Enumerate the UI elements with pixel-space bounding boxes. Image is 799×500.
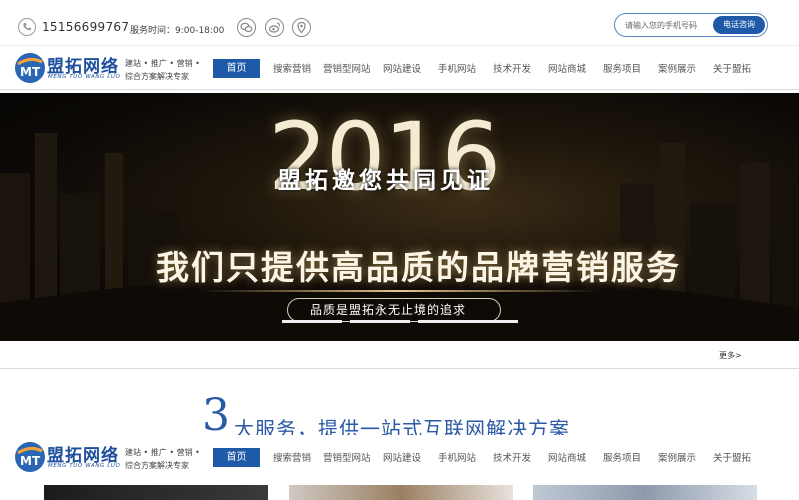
logo-pinyin: MENG TUO WANG LUO	[48, 74, 121, 80]
banner-pill-text: 品质是盟拓永无止境的追求	[310, 303, 467, 317]
logo-slogan-line2: 综合方案解决专家	[125, 72, 189, 81]
nav-item-web-mall[interactable]: 网站商城	[548, 450, 586, 464]
sticky-nav: MT 盟拓网络 MENG TUO WANG LUO 建站 • 推广 • 营销 •…	[0, 435, 799, 479]
more-link[interactable]: 更多>	[719, 350, 742, 361]
phone-number: 15156699767	[42, 20, 130, 34]
service-card-image-2[interactable]	[289, 485, 513, 500]
logo-slogan-line1: 建站 • 推广 • 营销 •	[125, 448, 200, 457]
banner-glow-line	[200, 290, 600, 292]
hero-banner[interactable]: 2016 盟拓邀您共同见证 我们只提供高品质的品牌营销服务 品质是盟拓永无止境的…	[0, 93, 799, 341]
nav-item-about[interactable]: 关于盟拓	[713, 61, 751, 75]
nav-item-web-building[interactable]: 网站建设	[383, 450, 421, 464]
nav-item-mobile-site[interactable]: 手机网站	[438, 61, 476, 75]
nav-item-web-mall[interactable]: 网站商城	[548, 61, 586, 75]
location-icon[interactable]	[292, 18, 311, 37]
slide-indicator-4[interactable]	[458, 320, 518, 323]
logo-slogan-line2: 综合方案解决专家	[125, 461, 189, 470]
logo-slogan-line1: 建站 • 推广 • 营销 •	[125, 59, 200, 68]
banner-year: 2016	[268, 103, 501, 212]
nav-item-marketing-site[interactable]: 营销型网站	[323, 450, 371, 464]
banner-invite-text: 盟拓邀您共同见证	[278, 168, 494, 194]
top-bar: 15156699767 服务时间：9:00-18:00 电话咨询	[0, 0, 799, 46]
call-consult-button[interactable]: 电话咨询	[713, 16, 765, 34]
nav-item-web-building[interactable]: 网站建设	[383, 61, 421, 75]
nav-item-search-marketing[interactable]: 搜索营销	[273, 61, 311, 75]
nav-item-services[interactable]: 服务项目	[603, 61, 641, 75]
service-card-image-3[interactable]	[533, 485, 757, 500]
service-time: 服务时间：9:00-18:00	[130, 26, 225, 36]
nav-item-home[interactable]: 首页	[213, 448, 260, 467]
logo-icon[interactable]: MT	[14, 52, 46, 84]
weibo-icon[interactable]	[265, 18, 284, 37]
nav-item-search-marketing[interactable]: 搜索营销	[273, 450, 311, 464]
nav-item-cases[interactable]: 案例展示	[658, 61, 696, 75]
service-card-image-1[interactable]	[44, 485, 268, 500]
nav-item-tech-dev[interactable]: 技术开发	[493, 450, 531, 464]
phone-icon	[18, 18, 36, 36]
logo-pinyin: MENG TUO WANG LUO	[48, 463, 121, 469]
phone-search-box: 电话咨询	[614, 13, 768, 37]
nav-item-cases[interactable]: 案例展示	[658, 450, 696, 464]
logo-icon[interactable]: MT	[14, 441, 46, 473]
nav-item-about[interactable]: 关于盟拓	[713, 450, 751, 464]
nav-item-services[interactable]: 服务项目	[603, 450, 641, 464]
slide-indicator-1[interactable]	[282, 320, 342, 323]
wechat-icon[interactable]	[237, 18, 256, 37]
slide-indicator-2[interactable]	[350, 320, 410, 323]
nav-item-marketing-site[interactable]: 营销型网站	[323, 61, 371, 75]
phone-input[interactable]	[625, 18, 715, 32]
nav-item-mobile-site[interactable]: 手机网站	[438, 450, 476, 464]
svg-text:MT: MT	[20, 454, 41, 468]
banner-headline: 我们只提供高品质的品牌营销服务	[156, 248, 681, 287]
services-number: 3	[202, 390, 230, 441]
main-nav: MT 盟拓网络 MENG TUO WANG LUO 建站 • 推广 • 营销 •…	[0, 46, 799, 90]
nav-item-home[interactable]: 首页	[213, 59, 260, 78]
nav-item-tech-dev[interactable]: 技术开发	[493, 61, 531, 75]
section-divider	[0, 368, 799, 369]
svg-text:MT: MT	[20, 65, 41, 79]
